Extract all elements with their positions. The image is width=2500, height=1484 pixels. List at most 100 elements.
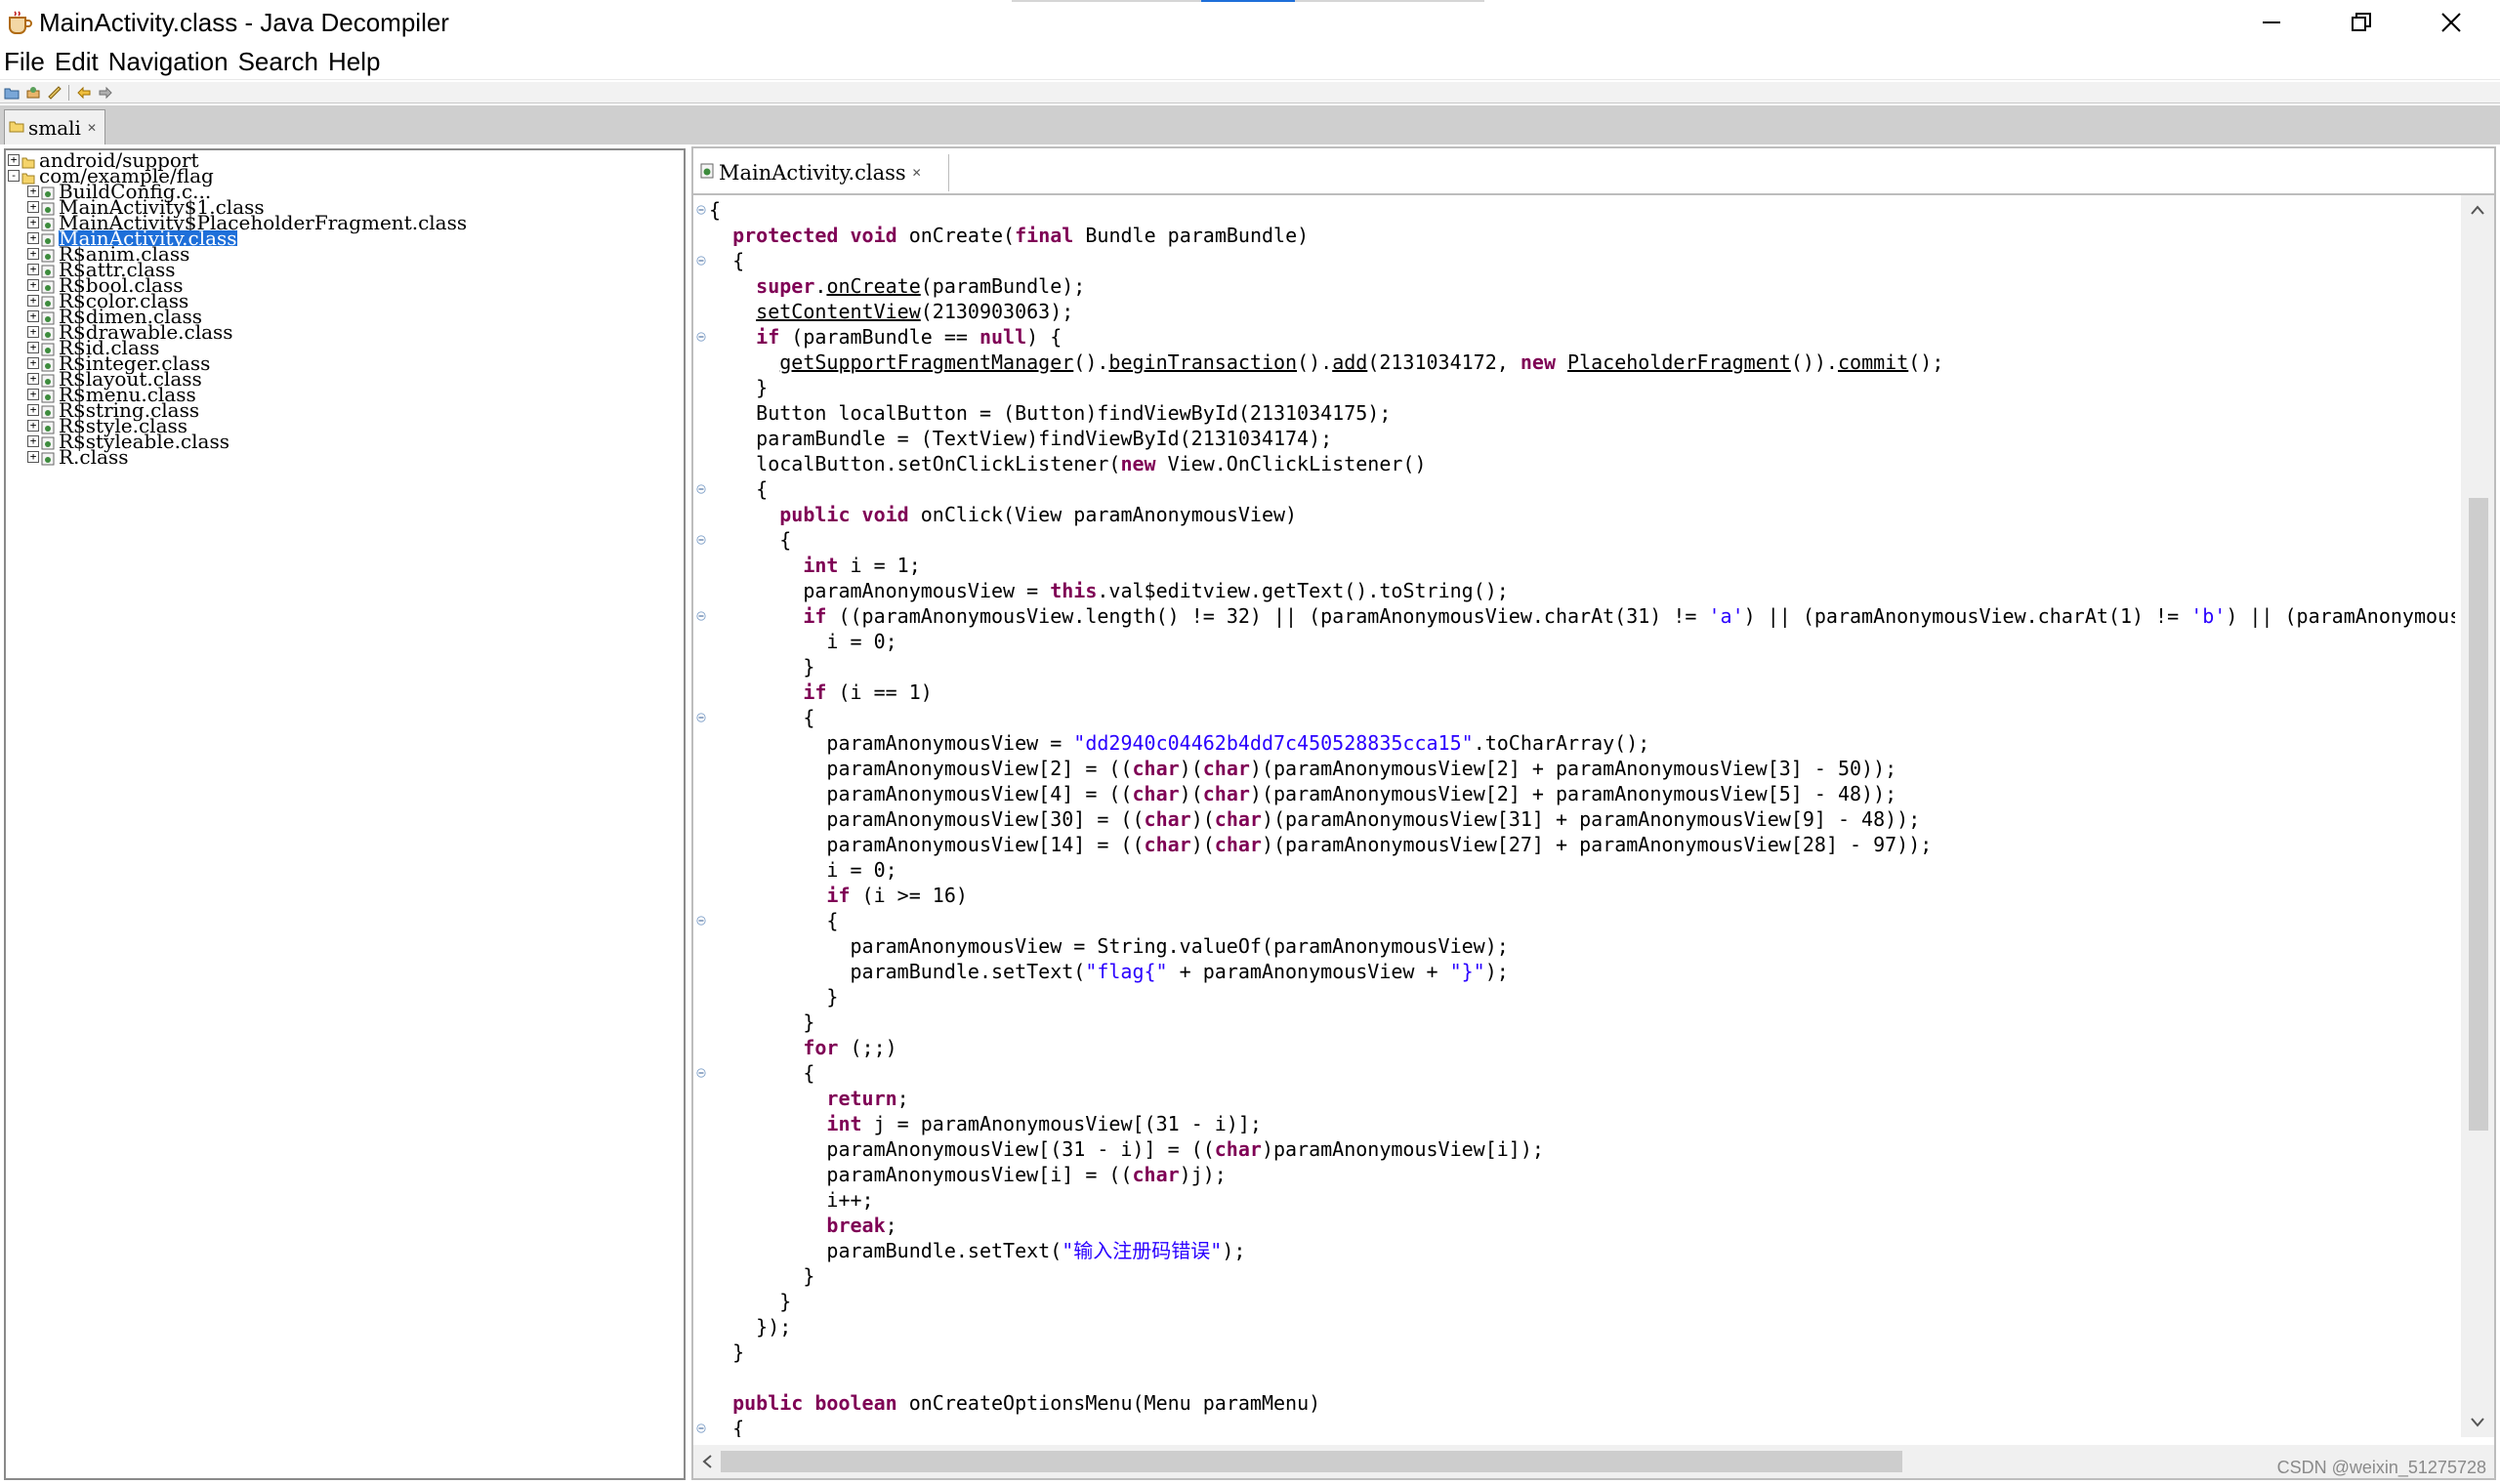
menu-edit[interactable]: Edit xyxy=(55,47,99,77)
expand-icon[interactable]: + xyxy=(8,154,20,166)
fold-toggle-icon[interactable] xyxy=(695,915,707,927)
code-text: i++; xyxy=(709,1188,874,1212)
horizontal-scroll-thumb[interactable] xyxy=(721,1451,1902,1472)
expand-icon[interactable]: + xyxy=(27,342,39,353)
expand-icon[interactable]: + xyxy=(27,389,39,400)
source-code[interactable]: { protected void onCreate(final Bundle p… xyxy=(709,195,2455,1437)
fold-toggle-icon[interactable] xyxy=(695,712,707,723)
expand-icon[interactable]: + xyxy=(27,404,39,416)
code-text: { xyxy=(709,909,839,932)
expand-icon[interactable]: + xyxy=(27,232,39,244)
class-icon xyxy=(41,217,55,231)
tab-close-icon[interactable]: ✕ xyxy=(87,121,97,135)
vertical-scrollbar[interactable] xyxy=(2461,195,2494,1437)
tab-mainactivity-class[interactable]: MainActivity.class ✕ xyxy=(693,154,949,191)
vertical-scroll-thumb[interactable] xyxy=(2469,498,2488,1131)
code-line: protected void onCreate(final Bundle par… xyxy=(709,223,1309,248)
code-string: "flag{" xyxy=(1085,960,1168,983)
save-source-icon[interactable] xyxy=(47,85,62,101)
code-keyword: char xyxy=(1132,782,1180,805)
code-line: paramBundle.setText("输入注册码错误"); xyxy=(709,1238,1245,1263)
tab-smali[interactable]: smali ✕ xyxy=(4,109,105,144)
close-button[interactable] xyxy=(2406,0,2496,45)
package-tree-panel: + android/support - com/example/flag + BuildC… xyxy=(4,148,686,1480)
code-text: ; xyxy=(896,1087,909,1110)
expand-icon[interactable]: + xyxy=(27,186,39,197)
code-string: 'a' xyxy=(1708,604,1744,628)
scroll-down-icon[interactable] xyxy=(2461,1408,2494,1437)
code-line: paramBundle = (TextView)findViewById(213… xyxy=(709,426,1332,451)
fold-toggle-icon[interactable] xyxy=(695,204,707,216)
minimize-button[interactable] xyxy=(2227,0,2316,45)
restore-button[interactable] xyxy=(2316,0,2406,45)
code-text: } xyxy=(709,985,839,1009)
code-line: }); xyxy=(709,1314,791,1340)
scroll-up-icon[interactable] xyxy=(2461,195,2494,225)
code-text: (i == 1) xyxy=(826,680,933,704)
code-keyword: char xyxy=(1144,833,1191,856)
expand-icon[interactable]: + xyxy=(27,435,39,447)
code-method-link[interactable]: add xyxy=(1332,350,1367,374)
code-text: )(paramAnonymousView[31] + paramAnonymou… xyxy=(1261,807,1921,831)
forward-arrow-icon[interactable] xyxy=(98,85,113,101)
code-text: )paramAnonymousView[i]); xyxy=(1261,1137,1544,1161)
class-icon xyxy=(41,326,55,341)
fold-toggle-icon[interactable] xyxy=(695,331,707,343)
code-method-link[interactable]: getSupportFragmentManager xyxy=(779,350,1073,374)
code-method-link[interactable]: PlaceholderFragment xyxy=(1567,350,1791,374)
code-line: paramBundle.setText("flag{" + paramAnony… xyxy=(709,959,1508,984)
fold-toggle-icon[interactable] xyxy=(695,483,707,495)
fold-toggle-icon[interactable] xyxy=(695,1422,707,1434)
code-text: )j); xyxy=(1179,1163,1227,1186)
expand-icon[interactable]: + xyxy=(27,295,39,307)
source-editor[interactable]: { protected void onCreate(final Bundle p… xyxy=(691,193,2496,1480)
code-line: } xyxy=(709,654,814,680)
code-line: paramAnonymousView[i] = ((char)j); xyxy=(709,1162,1227,1187)
code-method-link[interactable]: onCreate xyxy=(826,274,920,298)
menu-file[interactable]: File xyxy=(4,47,45,77)
expand-icon[interactable]: + xyxy=(27,248,39,260)
expand-icon[interactable]: + xyxy=(27,451,39,463)
expand-icon[interactable]: + xyxy=(27,373,39,385)
code-keyword: return xyxy=(826,1087,897,1110)
back-arrow-icon[interactable] xyxy=(76,85,92,101)
toolbar xyxy=(0,82,2500,103)
tab-close-icon[interactable]: ✕ xyxy=(912,166,922,180)
code-line: { xyxy=(709,1060,814,1086)
fold-toggle-icon[interactable] xyxy=(695,1067,707,1079)
scroll-left-icon[interactable] xyxy=(693,1447,721,1476)
expand-icon[interactable]: + xyxy=(27,357,39,369)
fold-toggle-icon[interactable] xyxy=(695,534,707,546)
expand-icon[interactable]: + xyxy=(27,326,39,338)
expand-icon[interactable]: + xyxy=(27,310,39,322)
open-type-icon[interactable] xyxy=(25,85,41,101)
code-line: { xyxy=(709,908,838,933)
menu-search[interactable]: Search xyxy=(238,47,318,77)
fold-toggle-icon[interactable] xyxy=(695,610,707,622)
menu-help[interactable]: Help xyxy=(328,47,380,77)
expand-icon[interactable]: + xyxy=(27,201,39,213)
expand-icon[interactable]: + xyxy=(27,279,39,291)
code-line: getSupportFragmentManager().beginTransac… xyxy=(709,350,1943,375)
code-method-link[interactable]: beginTransaction xyxy=(1108,350,1297,374)
horizontal-scrollbar[interactable] xyxy=(693,1445,2494,1478)
collapse-icon[interactable]: - xyxy=(8,170,20,182)
fold-toggle-icon[interactable] xyxy=(695,255,707,267)
code-line: } xyxy=(709,1289,791,1314)
expand-icon[interactable]: + xyxy=(27,264,39,275)
code-method-link[interactable]: setContentView xyxy=(756,300,921,323)
expand-icon[interactable]: + xyxy=(27,420,39,432)
class-icon xyxy=(41,310,55,325)
expand-icon[interactable]: + xyxy=(27,217,39,228)
open-file-icon[interactable] xyxy=(4,85,20,101)
code-method-link[interactable]: commit xyxy=(1838,350,1908,374)
menu-navigation[interactable]: Navigation xyxy=(108,47,229,77)
tree-item[interactable]: + R.class xyxy=(8,447,682,467)
